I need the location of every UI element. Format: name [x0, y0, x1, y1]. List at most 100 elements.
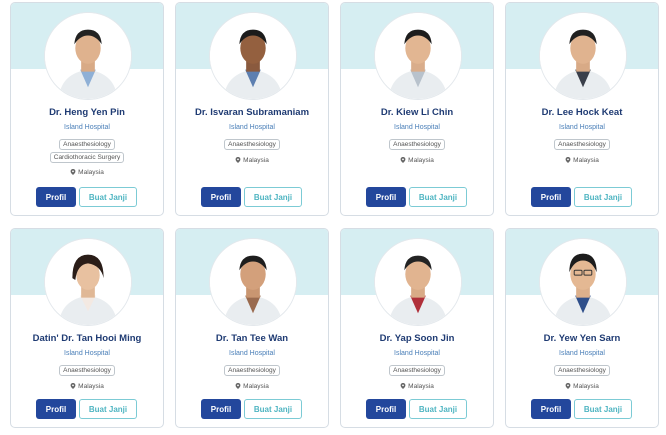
location-label: Malaysia: [408, 383, 434, 390]
card-actions: Profil Buat Janji: [531, 399, 632, 419]
buat-janji-button[interactable]: Buat Janji: [409, 187, 467, 207]
doctor-name[interactable]: Datin' Dr. Tan Hooi Ming: [13, 333, 161, 344]
buat-janji-button[interactable]: Buat Janji: [244, 187, 302, 207]
location-label: Malaysia: [573, 383, 599, 390]
profil-button[interactable]: Profil: [531, 187, 571, 207]
doctor-name[interactable]: Dr. Tan Tee Wan: [178, 333, 326, 344]
hospital-name: Island Hospital: [64, 124, 110, 131]
location: Malaysia: [11, 383, 163, 390]
hospital-name: Island Hospital: [229, 124, 275, 131]
profil-button[interactable]: Profil: [366, 187, 406, 207]
profil-button[interactable]: Profil: [201, 187, 241, 207]
specialty-tags: Anaesthesiology: [506, 139, 658, 150]
doctor-portrait-icon: [375, 13, 461, 99]
card-actions: Profil Buat Janji: [201, 187, 302, 207]
map-pin-icon: [70, 383, 76, 389]
doctor-photo[interactable]: [539, 12, 627, 100]
map-pin-icon: [565, 157, 571, 163]
card-actions: Profil Buat Janji: [366, 399, 467, 419]
card-actions: Profil Buat Janji: [531, 187, 632, 207]
doctor-card: Dr. Lee Hock Keat Island Hospital Anaest…: [505, 2, 659, 216]
map-pin-icon: [565, 383, 571, 389]
buat-janji-button[interactable]: Buat Janji: [79, 399, 137, 419]
doctor-portrait-icon: [45, 13, 131, 99]
buat-janji-button[interactable]: Buat Janji: [244, 399, 302, 419]
hospital-name: Island Hospital: [64, 350, 110, 357]
profil-button[interactable]: Profil: [36, 187, 76, 207]
location-label: Malaysia: [243, 383, 269, 390]
buat-janji-button[interactable]: Buat Janji: [79, 187, 137, 207]
doctor-name[interactable]: Dr. Yew Yen Sarn: [508, 333, 656, 344]
card-actions: Profil Buat Janji: [366, 187, 467, 207]
doctor-portrait-icon: [45, 239, 131, 325]
doctor-photo[interactable]: [44, 12, 132, 100]
hospital-name: Island Hospital: [394, 350, 440, 357]
location-label: Malaysia: [573, 157, 599, 164]
map-pin-icon: [235, 157, 241, 163]
doctor-name[interactable]: Dr. Heng Yen Pin: [13, 107, 161, 118]
profil-button[interactable]: Profil: [366, 399, 406, 419]
doctor-card: Dr. Kiew Li Chin Island Hospital Anaesth…: [340, 2, 494, 216]
location-label: Malaysia: [78, 383, 104, 390]
location: Malaysia: [506, 157, 658, 164]
location: Malaysia: [341, 383, 493, 390]
doctor-portrait-icon: [210, 13, 296, 99]
doctor-card: Dr. Yew Yen Sarn Island Hospital Anaesth…: [505, 228, 659, 428]
doctor-card: Datin' Dr. Tan Hooi Ming Island Hospital…: [10, 228, 164, 428]
doctor-name[interactable]: Dr. Isvaran Subramaniam: [178, 107, 326, 118]
doctor-portrait-icon: [210, 239, 296, 325]
doctor-photo[interactable]: [44, 238, 132, 326]
specialty-tags: Anaesthesiology: [506, 365, 658, 376]
location: Malaysia: [176, 383, 328, 390]
specialty-tag: Anaesthesiology: [389, 365, 445, 376]
location: Malaysia: [176, 157, 328, 164]
card-actions: Profil Buat Janji: [201, 399, 302, 419]
specialty-tag: Anaesthesiology: [554, 365, 610, 376]
location-label: Malaysia: [243, 157, 269, 164]
doctor-portrait-icon: [375, 239, 461, 325]
buat-janji-button[interactable]: Buat Janji: [574, 399, 632, 419]
profil-button[interactable]: Profil: [531, 399, 571, 419]
doctor-name[interactable]: Dr. Kiew Li Chin: [343, 107, 491, 118]
map-pin-icon: [400, 383, 406, 389]
doctor-name[interactable]: Dr. Lee Hock Keat: [508, 107, 656, 118]
specialty-tag: Cardiothoracic Surgery: [49, 152, 125, 163]
specialty-tag: Anaesthesiology: [224, 365, 280, 376]
doctor-photo[interactable]: [209, 12, 297, 100]
specialty-tags: Anaesthesiology: [341, 365, 493, 376]
map-pin-icon: [235, 383, 241, 389]
location: Malaysia: [11, 169, 163, 176]
doctor-portrait-icon: [540, 239, 626, 325]
specialty-tag: Anaesthesiology: [554, 139, 610, 150]
hospital-name: Island Hospital: [229, 350, 275, 357]
location: Malaysia: [341, 157, 493, 164]
specialty-tag: Anaesthesiology: [224, 139, 280, 150]
location: Malaysia: [506, 383, 658, 390]
specialty-tags: Anaesthesiology: [11, 365, 163, 376]
buat-janji-button[interactable]: Buat Janji: [409, 399, 467, 419]
specialty-tag: Anaesthesiology: [389, 139, 445, 150]
doctor-card: Dr. Tan Tee Wan Island Hospital Anaesthe…: [175, 228, 329, 428]
buat-janji-button[interactable]: Buat Janji: [574, 187, 632, 207]
hospital-name: Island Hospital: [559, 350, 605, 357]
doctor-photo[interactable]: [374, 12, 462, 100]
specialty-tags: Anaesthesiology: [176, 365, 328, 376]
doctor-photo[interactable]: [539, 238, 627, 326]
hospital-name: Island Hospital: [559, 124, 605, 131]
specialty-tags: Anaesthesiology: [176, 139, 328, 150]
card-actions: Profil Buat Janji: [36, 187, 137, 207]
hospital-name: Island Hospital: [394, 124, 440, 131]
profil-button[interactable]: Profil: [36, 399, 76, 419]
specialty-tag: Anaesthesiology: [59, 139, 115, 150]
doctor-grid: Dr. Heng Yen Pin Island Hospital Anaesth…: [0, 0, 666, 435]
map-pin-icon: [70, 169, 76, 175]
doctor-card: Dr. Isvaran Subramaniam Island Hospital …: [175, 2, 329, 216]
doctor-photo[interactable]: [209, 238, 297, 326]
doctor-name[interactable]: Dr. Yap Soon Jin: [343, 333, 491, 344]
card-actions: Profil Buat Janji: [36, 399, 137, 419]
profil-button[interactable]: Profil: [201, 399, 241, 419]
specialty-tags: Anaesthesiology Cardiothoracic Surgery: [11, 139, 163, 163]
doctor-portrait-icon: [540, 13, 626, 99]
map-pin-icon: [400, 157, 406, 163]
doctor-photo[interactable]: [374, 238, 462, 326]
